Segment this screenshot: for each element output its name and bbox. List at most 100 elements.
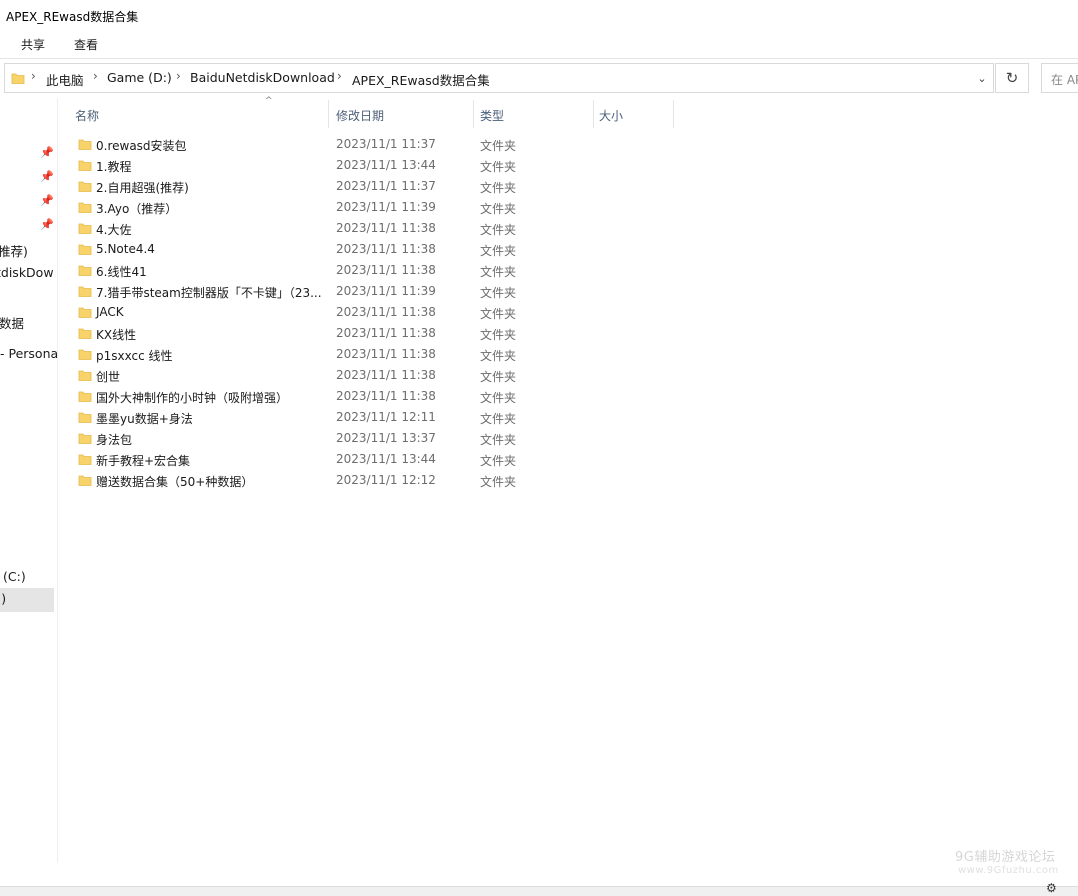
file-date: 2023/11/1 11:38 <box>336 242 436 256</box>
folder-icon <box>78 263 92 280</box>
file-type: 文件夹 <box>480 265 517 279</box>
column-size[interactable]: 大小 <box>594 100 674 128</box>
file-row[interactable]: 身法包 2023/11/1 13:37 文件夹 <box>70 428 690 449</box>
file-row[interactable]: JACK 2023/11/1 11:38 文件夹 <box>70 302 690 323</box>
file-type: 文件夹 <box>480 181 517 195</box>
file-row[interactable]: 3.Ayo（推荐） 2023/11/1 11:39 文件夹 <box>70 197 690 218</box>
nav-item-label: (C:) <box>3 569 26 584</box>
file-list: 0.rewasd安装包 2023/11/1 11:37 文件夹 1.教程 2023/11… <box>70 134 690 491</box>
folder-icon <box>78 137 92 154</box>
file-name: 身法包 <box>96 433 133 447</box>
file-type: 文件夹 <box>480 475 517 489</box>
file-name: p1sxxcc 线性 <box>96 349 173 363</box>
file-row[interactable]: 1.教程 2023/11/1 13:44 文件夹 <box>70 155 690 176</box>
file-row[interactable]: 2.自用超强(推荐) 2023/11/1 11:37 文件夹 <box>70 176 690 197</box>
breadcrumb-this-pc[interactable]: 此电脑 <box>46 70 84 89</box>
file-name: 创世 <box>96 370 121 384</box>
address-bar[interactable]: › 此电脑 › Game (D:) › BaiduNetdiskDownload… <box>4 63 994 93</box>
file-type: 文件夹 <box>480 391 517 405</box>
column-header: ^ 名称 修改日期 类型 大小 <box>70 96 680 128</box>
file-date: 2023/11/1 11:38 <box>336 389 436 403</box>
file-row[interactable]: 新手教程+宏合集 2023/11/1 13:44 文件夹 <box>70 449 690 470</box>
folder-icon <box>78 158 92 175</box>
chevron-down-icon[interactable]: ⌄ <box>969 64 995 92</box>
chevron-right-icon[interactable]: › <box>176 69 181 83</box>
file-name: 7.猎手带steam控制器版「不卡键」（23... <box>96 286 322 300</box>
view-settings-icon[interactable]: ⚙ <box>1046 881 1057 895</box>
file-date: 2023/11/1 11:38 <box>336 368 436 382</box>
window-title: APEX_REwasd数据合集 <box>6 10 139 24</box>
file-name: 5.Note4.4 <box>96 242 155 256</box>
nav-item-label: - Persona <box>0 346 58 361</box>
file-row[interactable]: 国外大神制作的小时钟（吸附增强） 2023/11/1 11:38 文件夹 <box>70 386 690 407</box>
refresh-icon: ↻ <box>1005 69 1019 87</box>
file-row[interactable]: 墨墨yu数据+身法 2023/11/1 12:11 文件夹 <box>70 407 690 428</box>
breadcrumb-game-drive[interactable]: Game (D:) <box>107 70 172 85</box>
nav-item-label: 推荐) <box>0 244 28 259</box>
file-row[interactable]: 7.猎手带steam控制器版「不卡键」（23... 2023/11/1 11:39… <box>70 281 690 302</box>
folder-icon <box>78 221 92 238</box>
column-size-label: 大小 <box>599 109 624 123</box>
column-type-label: 类型 <box>480 109 505 123</box>
file-type: 文件夹 <box>480 433 517 447</box>
folder-icon <box>78 179 92 196</box>
file-name: 3.Ayo（推荐） <box>96 202 178 216</box>
file-date: 2023/11/1 11:38 <box>336 347 436 361</box>
breadcrumb-current-folder[interactable]: APEX_REwasd数据合集 <box>352 70 490 89</box>
folder-icon <box>78 284 92 301</box>
watermark-text: 9G辅助游戏论坛 <box>955 850 1056 865</box>
column-divider[interactable] <box>673 100 674 128</box>
file-date: 2023/11/1 13:44 <box>336 158 436 172</box>
file-date: 2023/11/1 13:44 <box>336 452 436 466</box>
file-row[interactable]: KX线性 2023/11/1 11:38 文件夹 <box>70 323 690 344</box>
file-row[interactable]: p1sxxcc 线性 2023/11/1 11:38 文件夹 <box>70 344 690 365</box>
pin-icon[interactable]: 📌 <box>40 194 54 207</box>
file-type: 文件夹 <box>480 139 517 153</box>
file-name: KX线性 <box>96 328 137 342</box>
column-date-label: 修改日期 <box>336 109 385 123</box>
file-row[interactable]: 5.Note4.4 2023/11/1 11:38 文件夹 <box>70 239 690 260</box>
ribbon: 共享 查看 <box>0 30 1078 59</box>
chevron-right-icon[interactable]: › <box>93 69 98 83</box>
pin-icon[interactable]: 📌 <box>40 170 54 183</box>
file-date: 2023/11/1 11:38 <box>336 326 436 340</box>
address-row: › 此电脑 › Game (D:) › BaiduNetdiskDownload… <box>0 58 1078 98</box>
file-date: 2023/11/1 11:38 <box>336 305 436 319</box>
title-bar: APEX_REwasd数据合集 <box>0 0 1078 30</box>
file-row[interactable]: 4.大佐 2023/11/1 11:38 文件夹 <box>70 218 690 239</box>
file-row[interactable]: 6.线性41 2023/11/1 11:38 文件夹 <box>70 260 690 281</box>
folder-icon <box>78 242 92 259</box>
column-name-label: 名称 <box>75 109 100 123</box>
search-input[interactable]: 在 AP <box>1041 63 1078 93</box>
ribbon-tab-share[interactable]: 共享 <box>21 36 45 53</box>
chevron-right-icon[interactable]: › <box>31 69 36 83</box>
file-name: 国外大神制作的小时钟（吸附增强） <box>96 391 289 405</box>
file-type: 文件夹 <box>480 160 517 174</box>
file-row[interactable]: 创世 2023/11/1 11:38 文件夹 <box>70 365 690 386</box>
breadcrumb-baidu-download[interactable]: BaiduNetdiskDownload <box>190 70 335 85</box>
file-name: 赠送数据合集（50+种数据） <box>96 475 254 489</box>
file-row[interactable]: 0.rewasd安装包 2023/11/1 11:37 文件夹 <box>70 134 690 155</box>
navigation-pane: 📌 📌 📌 📌 推荐) tdiskDow 数据 - Persona (C:) :… <box>0 98 58 863</box>
pin-icon[interactable]: 📌 <box>40 218 54 231</box>
file-name: 0.rewasd安装包 <box>96 139 187 153</box>
file-name: JACK <box>96 305 124 319</box>
file-type: 文件夹 <box>480 202 517 216</box>
chevron-right-icon[interactable]: › <box>337 69 342 83</box>
file-row[interactable]: 赠送数据合集（50+种数据） 2023/11/1 12:12 文件夹 <box>70 470 690 491</box>
file-date: 2023/11/1 12:11 <box>336 410 436 424</box>
nav-item-label: :) <box>0 591 7 606</box>
pin-icon[interactable]: 📌 <box>40 146 54 159</box>
file-type: 文件夹 <box>480 349 517 363</box>
file-name: 6.线性41 <box>96 265 147 279</box>
ribbon-tab-view[interactable]: 查看 <box>74 36 98 53</box>
column-type[interactable]: 类型 <box>474 100 594 128</box>
column-name[interactable]: 名称 <box>70 100 329 128</box>
refresh-button[interactable]: ↻ <box>995 63 1029 93</box>
nav-item-label: tdiskDow <box>0 265 54 280</box>
file-type: 文件夹 <box>480 412 517 426</box>
file-name: 墨墨yu数据+身法 <box>96 412 193 426</box>
folder-icon <box>78 326 92 343</box>
nav-item-d-drive[interactable]: :) <box>0 588 54 612</box>
column-date[interactable]: 修改日期 <box>329 100 474 128</box>
